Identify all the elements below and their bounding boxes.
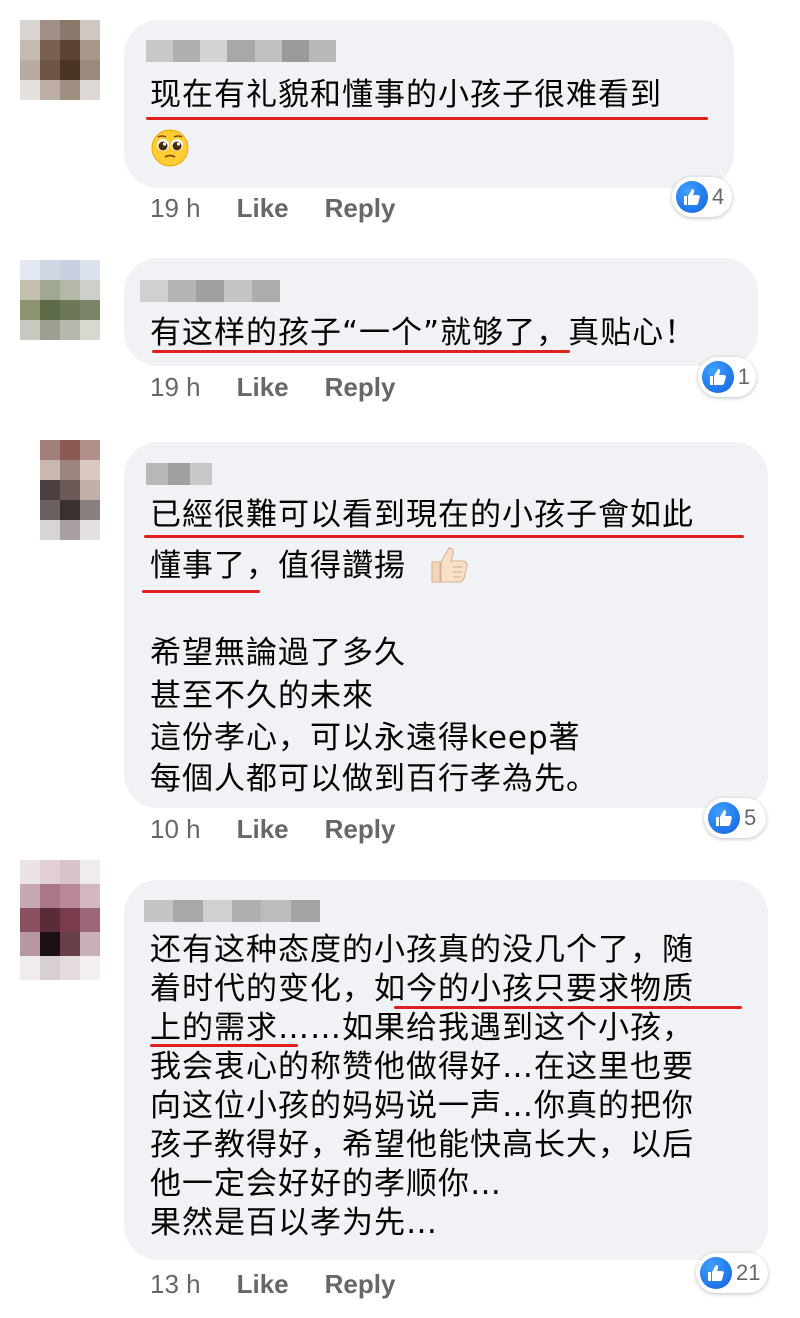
reaction-badge[interactable]: 1 (698, 357, 756, 397)
timestamp[interactable]: 19 h (150, 372, 201, 403)
like-button[interactable]: Like (237, 372, 289, 403)
commenter-name-blurred[interactable] (144, 900, 320, 922)
comment-text-line: 还有这种态度的小孩真的没几个了，随 (150, 932, 694, 968)
timestamp[interactable]: 10 h (150, 814, 201, 845)
reply-button[interactable]: Reply (325, 1269, 396, 1300)
thumbs-up-icon (676, 181, 708, 213)
reaction-count: 4 (712, 184, 725, 209)
comment-text-line: 每個人都可以做到百行孝為先。 (150, 761, 598, 797)
timestamp[interactable]: 19 h (150, 193, 201, 224)
timestamp[interactable]: 13 h (150, 1269, 201, 1300)
commenter-avatar[interactable] (20, 260, 100, 340)
comment-meta: 13 h Like Reply (150, 1269, 395, 1300)
thumbs-up-emoji (426, 542, 472, 592)
comment-meta: 19 h Like Reply (150, 193, 395, 224)
comment-text-line: 果然是百以孝为先… (150, 1205, 438, 1241)
comment-meta: 19 h Like Reply (150, 372, 395, 403)
comment-text-line: 向这位小孩的妈妈说一声…你真的把你 (150, 1088, 694, 1124)
red-underline (142, 590, 260, 593)
reaction-badge[interactable]: 4 (672, 177, 732, 217)
red-underline (146, 117, 708, 120)
commenter-avatar[interactable] (40, 440, 100, 540)
like-button[interactable]: Like (237, 814, 289, 845)
comment-text-line: 他一定会好好的孝顺你… (150, 1166, 502, 1202)
reaction-count: 5 (744, 805, 757, 830)
thumbs-up-icon (708, 802, 740, 834)
reply-button[interactable]: Reply (325, 193, 396, 224)
reaction-count: 1 (737, 364, 750, 389)
pleading-face-emoji (150, 128, 190, 172)
comment-text-line: 懂事了，值得讚揚 (150, 548, 406, 584)
reply-button[interactable]: Reply (325, 814, 396, 845)
commenter-avatar[interactable] (20, 20, 100, 100)
commenter-avatar[interactable] (20, 860, 100, 980)
comment-text-line: 我会衷心的称赞他做得好…在这里也要 (150, 1049, 694, 1085)
comment-text-line: 上的需求……如果给我遇到这个小孩， (150, 1010, 694, 1046)
reaction-count: 21 (736, 1260, 761, 1285)
comment-text-line: 孩子教得好，希望他能快高长大，以后 (150, 1127, 694, 1163)
red-underline (152, 350, 570, 353)
comment-text-line: 這份孝心，可以永遠得keep著 (150, 720, 581, 756)
thumbs-up-icon (700, 1257, 732, 1289)
commenter-name-blurred[interactable] (140, 280, 280, 302)
comment-text-line: 现在有礼貌和懂事的小孩子很难看到 (150, 77, 662, 113)
reaction-badge[interactable]: 21 (696, 1253, 768, 1293)
comment-text-line: 甚至不久的未來 (150, 678, 374, 714)
thumbs-up-icon (702, 361, 734, 393)
like-button[interactable]: Like (237, 1269, 289, 1300)
comment-text-line: 有这样的孩子“一个”就够了，真贴心！ (150, 315, 697, 351)
reply-button[interactable]: Reply (325, 372, 396, 403)
commenter-name-blurred[interactable] (146, 40, 336, 62)
comment-meta: 10 h Like Reply (150, 814, 395, 845)
comment-text-line: 希望無論過了多久 (150, 635, 406, 671)
red-underline (144, 535, 744, 538)
comment-text-line: 着时代的变化，如今的小孩只要求物质 (150, 971, 694, 1007)
comment-text-line: 已經很難可以看到現在的小孩子會如此 (150, 497, 694, 533)
commenter-name-blurred[interactable] (146, 463, 212, 485)
reaction-badge[interactable]: 5 (704, 798, 766, 838)
like-button[interactable]: Like (237, 193, 289, 224)
